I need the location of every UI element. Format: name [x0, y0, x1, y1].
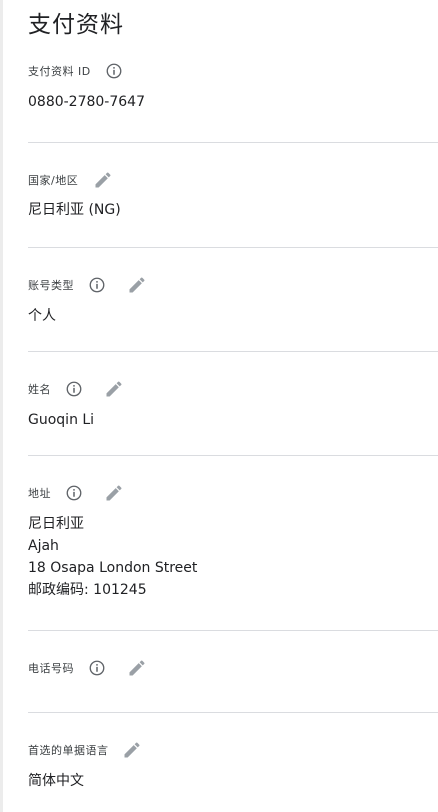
name-label-row: 姓名: [28, 379, 125, 399]
address-line: Ajah: [28, 538, 59, 554]
left-border: [0, 0, 3, 812]
account-type-label-row: 账号类型: [28, 275, 148, 295]
pencil-icon[interactable]: [103, 378, 125, 400]
info-circle-icon[interactable]: [86, 274, 108, 296]
divider: [28, 712, 438, 713]
country-value: 尼日利亚 (NG): [28, 202, 121, 218]
address-label-row: 地址: [28, 483, 125, 503]
invoice-language-value: 简体中文: [28, 773, 84, 789]
country-label-row: 国家/地区: [28, 170, 114, 190]
name-value: Guoqin Li: [28, 412, 95, 428]
invoice-language-label: 首选的单据语言: [28, 744, 109, 757]
divider: [28, 351, 438, 352]
pencil-icon[interactable]: [126, 274, 148, 296]
address-line: 18 Osapa London Street: [28, 560, 198, 576]
invoice-language-label-row: 首选的单据语言: [28, 740, 143, 760]
divider: [28, 142, 438, 143]
country-label: 国家/地区: [28, 174, 79, 187]
account-type-value: 个人: [28, 308, 56, 324]
payment-id-label-row: 支付资料 ID: [28, 61, 125, 81]
account-type-label: 账号类型: [28, 279, 74, 292]
address-line: 尼日利亚: [28, 516, 84, 532]
address-value: 尼日利亚 Ajah 18 Osapa London Street 邮政编码: 1…: [28, 513, 197, 601]
pencil-icon[interactable]: [121, 739, 143, 761]
info-circle-icon[interactable]: [63, 482, 85, 504]
pencil-icon[interactable]: [103, 482, 125, 504]
info-circle-icon[interactable]: [103, 60, 125, 82]
address-line: 邮政编码: 101245: [28, 582, 147, 598]
payment-id-label: 支付资料 ID: [28, 65, 91, 78]
payment-id-value: 0880-2780-7647: [28, 94, 145, 110]
phone-label-row: 电话号码: [28, 658, 148, 678]
name-label: 姓名: [28, 383, 51, 396]
divider: [28, 630, 438, 631]
divider: [28, 247, 438, 248]
pencil-icon[interactable]: [126, 657, 148, 679]
info-circle-icon[interactable]: [86, 657, 108, 679]
divider: [28, 455, 438, 456]
pencil-icon[interactable]: [92, 169, 114, 191]
address-label: 地址: [28, 487, 51, 500]
phone-label: 电话号码: [28, 662, 74, 675]
info-circle-icon[interactable]: [63, 378, 85, 400]
page-title: 支付资料: [28, 12, 124, 38]
